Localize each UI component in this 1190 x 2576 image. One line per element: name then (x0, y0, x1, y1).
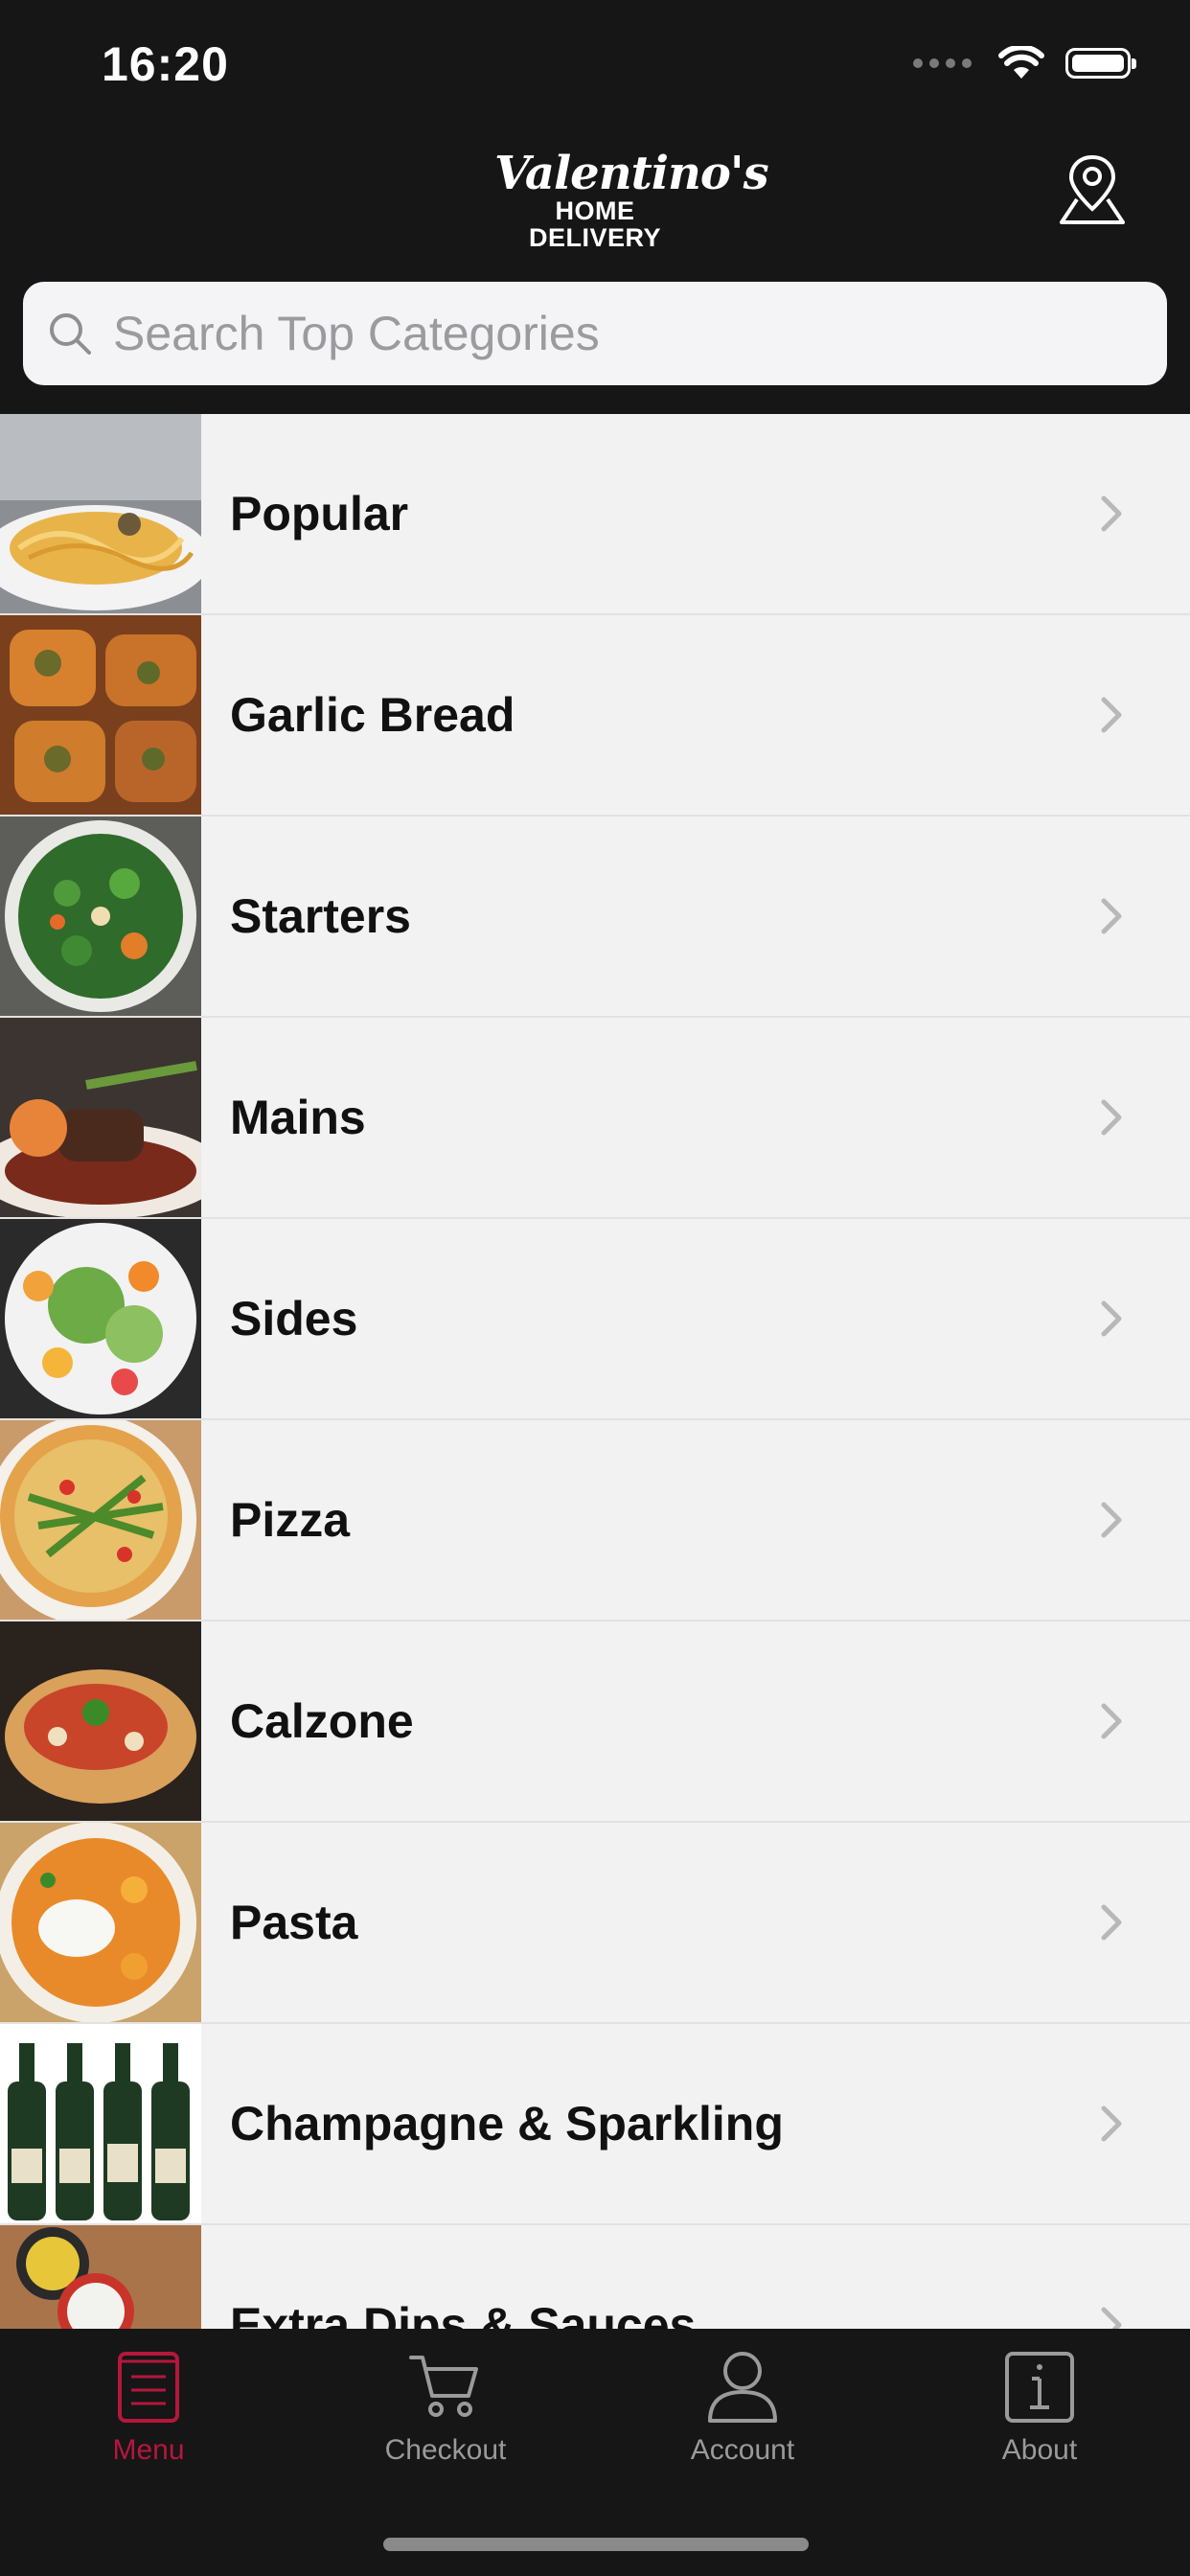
category-row-garlic-bread[interactable]: Garlic Bread (0, 615, 1190, 816)
chevron-right-icon (1101, 2105, 1122, 2142)
top-bar: 16:20 Valentino's HOME DELIVERY (0, 0, 1190, 414)
category-label: Starters (230, 889, 411, 943)
category-label: Pasta (230, 1896, 358, 1949)
logo-script: Valentino's (494, 147, 769, 200)
category-list[interactable]: Popular Garlic Bread Starters Mains Side… (0, 414, 1190, 2329)
category-label: Mains (230, 1091, 366, 1144)
pasta-thumbnail (0, 1823, 201, 2022)
category-row-starters[interactable]: Starters (0, 816, 1190, 1018)
chevron-right-icon (1101, 898, 1122, 934)
chevron-right-icon (1101, 2307, 1122, 2329)
category-row-popular[interactable]: Popular (0, 414, 1190, 615)
category-label: Popular (230, 487, 409, 540)
category-row-pasta[interactable]: Pasta (0, 1823, 1190, 2024)
tab-label: Account (690, 2434, 795, 2466)
map-pin-icon[interactable] (1054, 151, 1131, 228)
sides-thumbnail (0, 1219, 201, 1418)
tab-label: Checkout (384, 2434, 507, 2466)
popular-thumbnail (0, 414, 201, 613)
category-label: Pizza (230, 1493, 351, 1547)
category-label: Sides (230, 1292, 358, 1346)
status-icons (913, 46, 1136, 80)
chevron-right-icon (1101, 1099, 1122, 1136)
app-logo: Valentino's HOME DELIVERY (494, 147, 769, 252)
tab-account[interactable]: Account (647, 2348, 838, 2467)
category-row-champagne[interactable]: Champagne & Sparkling (0, 2024, 1190, 2225)
category-label: Garlic Bread (230, 688, 515, 742)
tab-label: Menu (112, 2434, 185, 2466)
info-icon (1005, 2352, 1074, 2423)
category-label: Calzone (230, 1694, 414, 1748)
chevron-right-icon (1101, 697, 1122, 733)
wifi-icon (998, 46, 1044, 79)
search-icon (50, 313, 91, 355)
tab-label: About (1001, 2434, 1078, 2466)
category-row-pizza[interactable]: Pizza (0, 1420, 1190, 1622)
starters-thumbnail (0, 816, 201, 1016)
chevron-right-icon (1101, 1904, 1122, 1941)
category-row-sides[interactable]: Sides (0, 1219, 1190, 1420)
battery-icon (1065, 48, 1136, 79)
tab-about[interactable]: About (944, 2348, 1135, 2467)
category-label: Extra Dips & Sauces (230, 2298, 697, 2329)
garlic-bread-thumbnail (0, 615, 201, 815)
mains-thumbnail (0, 1018, 201, 1217)
calzone-thumbnail (0, 1622, 201, 1821)
tab-checkout[interactable]: Checkout (350, 2348, 541, 2467)
chevron-right-icon (1101, 1703, 1122, 1739)
champagne-thumbnail (0, 2024, 201, 2223)
category-row-calzone[interactable]: Calzone (0, 1622, 1190, 1823)
category-row-mains[interactable]: Mains (0, 1018, 1190, 1219)
pizza-thumbnail (0, 1420, 201, 1620)
search-bar[interactable] (23, 282, 1167, 385)
status-time: 16:20 (102, 37, 229, 91)
menu-icon (118, 2352, 179, 2423)
chevron-right-icon (1101, 1300, 1122, 1337)
person-icon (708, 2352, 777, 2423)
chevron-right-icon (1101, 1502, 1122, 1538)
dips-thumbnail (0, 2225, 201, 2329)
category-label: Champagne & Sparkling (230, 2097, 784, 2150)
logo-subtitle: HOME DELIVERY (528, 196, 662, 252)
search-input[interactable] (111, 305, 1131, 362)
home-indicator[interactable] (383, 2538, 809, 2551)
tab-menu[interactable]: Menu (53, 2348, 244, 2467)
chevron-right-icon (1101, 495, 1122, 532)
cart-icon (409, 2356, 478, 2417)
category-row-extra-dips[interactable]: Extra Dips & Sauces (0, 2225, 1190, 2329)
cellular-signal-icon (913, 58, 972, 68)
